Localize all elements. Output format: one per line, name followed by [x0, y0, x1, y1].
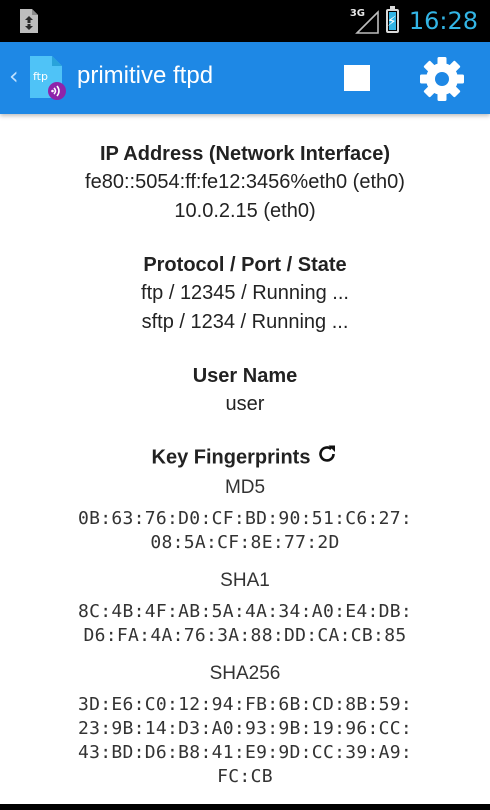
protocol-section: Protocol / Port / State ftp / 12345 / Ru…	[0, 251, 490, 337]
gear-icon	[420, 57, 464, 101]
md5-label: MD5	[224, 477, 266, 498]
app-title: primitive ftpd	[77, 62, 214, 89]
ip-section: IP Address (Network Interface) fe80::505…	[0, 140, 490, 226]
user-value: user	[225, 393, 265, 415]
stop-button[interactable]	[335, 56, 379, 100]
sha256-line: FC:CB	[217, 766, 273, 787]
keys-heading: Key Fingerprints	[151, 446, 311, 469]
protocol-value: sftp / 1234 / Running ...	[141, 311, 349, 333]
sha256-line: 43:BD:D6:B8:41:E9:9D:CC:39:A9:	[77, 742, 413, 763]
status-bar: 3G ⚡ 16:28	[0, 0, 490, 42]
user-section: User Name user	[0, 362, 490, 419]
signal-icon: 3G	[350, 8, 380, 34]
app-icon[interactable]: ftp	[28, 54, 68, 102]
settings-button[interactable]	[415, 52, 469, 106]
protocol-heading: Protocol / Port / State	[143, 254, 347, 276]
md5-line: 08:5A:CF:8E:77:2D	[150, 532, 340, 553]
sha256-line: 23:9B:14:D3:A0:93:9B:19:96:CC:	[77, 718, 413, 739]
chevron-left-icon[interactable]: ‹	[9, 62, 19, 90]
app-icon-label: ftp	[33, 70, 48, 83]
clock: 16:28	[408, 7, 478, 35]
sha256-block: SHA256 3D:E6:C0:12:94:FB:6B:CD:8B:59: 23…	[0, 660, 490, 789]
sha1-line: 8C:4B:4F:AB:5A:4A:34:A0:E4:DB:	[77, 601, 413, 622]
action-bar: ‹ ftp primitive ftpd	[0, 42, 490, 114]
download-notification-icon	[18, 8, 40, 39]
sha256-line: 3D:E6:C0:12:94:FB:6B:CD:8B:59:	[77, 694, 413, 715]
protocol-value: ftp / 12345 / Running ...	[141, 282, 349, 304]
server-info: IP Address (Network Interface) fe80::505…	[0, 114, 490, 804]
ip-value: 10.0.2.15 (eth0)	[174, 200, 316, 222]
md5-block: MD5 0B:63:76:D0:CF:BD:90:51:C6:27: 08:5A…	[0, 474, 490, 555]
refresh-icon[interactable]	[316, 443, 338, 473]
keys-heading-row: Key Fingerprints	[0, 443, 490, 473]
md5-line: 0B:63:76:D0:CF:BD:90:51:C6:27:	[77, 508, 413, 529]
ip-heading: IP Address (Network Interface)	[99, 143, 391, 165]
sha1-line: D6:FA:4A:76:3A:88:DD:CA:CB:85	[83, 625, 407, 646]
user-heading: User Name	[192, 365, 298, 387]
ip-value: fe80::5054:ff:fe12:3456%eth0 (eth0)	[85, 171, 405, 193]
sha256-label: SHA256	[209, 663, 281, 684]
sha1-block: SHA1 8C:4B:4F:AB:5A:4A:34:A0:E4:DB: D6:F…	[0, 567, 490, 648]
stop-icon	[344, 65, 370, 91]
keys-section: Key Fingerprints	[0, 443, 490, 473]
sha1-label: SHA1	[220, 570, 270, 591]
bottom-edge	[0, 804, 490, 810]
battery-icon: ⚡	[385, 6, 399, 33]
